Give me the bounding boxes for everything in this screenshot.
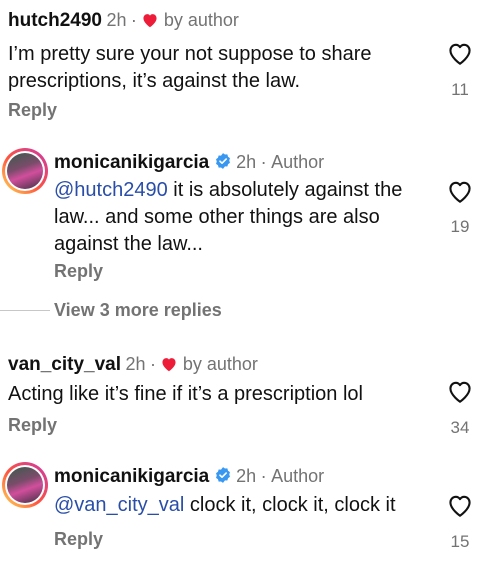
avatar-photo: [7, 153, 43, 189]
avatar[interactable]: [2, 148, 48, 194]
reply-button[interactable]: Reply: [54, 529, 103, 550]
username[interactable]: monicanikigarcia: [54, 466, 209, 487]
timestamp: 2h: [236, 466, 257, 486]
comment-header: van_city_val 2h · by author: [8, 354, 258, 377]
comment-text: @hutch2490 it is absolutely against the …: [54, 177, 424, 258]
avatar[interactable]: [2, 462, 48, 508]
comment-1: hutch2490 2h · by author I’m pretty sure…: [0, 0, 500, 130]
comment-3: van_city_val 2h · by author Acting like …: [0, 344, 500, 444]
username[interactable]: hutch2490: [8, 10, 102, 31]
comment-header: hutch2490 2h · by author: [8, 10, 239, 33]
author-label: Author: [271, 466, 325, 486]
liked-by-author: by author: [182, 354, 258, 374]
liked-by-author: by author: [163, 10, 239, 30]
mention-link[interactable]: @van_city_val: [54, 494, 184, 516]
mention-link[interactable]: @hutch2490: [54, 179, 168, 201]
heart-outline-icon[interactable]: [446, 378, 474, 404]
timestamp: 2h: [236, 152, 257, 172]
separator: ·: [130, 10, 137, 30]
comment-text: Acting like it’s fine if it’s a prescrip…: [8, 383, 363, 405]
avatar-photo: [7, 467, 43, 503]
verified-badge-icon: [214, 466, 232, 489]
separator: ·: [149, 354, 156, 374]
heart-filled-icon: [160, 356, 178, 377]
reply-button[interactable]: Reply: [54, 261, 103, 282]
view-more-replies-button[interactable]: View 3 more replies: [54, 300, 222, 321]
heart-outline-icon[interactable]: [446, 40, 474, 66]
comment-header: monicanikigarcia 2h · Author: [54, 466, 324, 489]
comment-text: @van_city_val clock it, clock it, clock …: [54, 492, 434, 519]
comment-text-body: clock it, clock it, clock it: [184, 494, 396, 516]
like-count: 11: [451, 80, 469, 99]
heart-filled-icon: [141, 12, 159, 33]
reply-button[interactable]: Reply: [8, 415, 57, 436]
like-count: 34: [450, 418, 470, 437]
separator: ·: [260, 466, 267, 486]
like-count: 19: [450, 217, 470, 236]
username[interactable]: monicanikigarcia: [54, 152, 209, 173]
heart-outline-icon[interactable]: [446, 492, 474, 518]
comment-header: monicanikigarcia 2h · Author: [54, 152, 324, 175]
comment-text: I’m pretty sure your not suppose to shar…: [8, 43, 372, 92]
like-count: 15: [450, 532, 470, 551]
username[interactable]: van_city_val: [8, 354, 121, 375]
verified-badge-icon: [214, 152, 232, 175]
separator: ·: [260, 152, 267, 172]
timestamp: 2h: [125, 354, 146, 374]
heart-outline-icon[interactable]: [446, 178, 474, 204]
author-label: Author: [271, 152, 325, 172]
timestamp: 2h: [106, 10, 127, 30]
divider: [0, 310, 50, 311]
comment-2: monicanikigarcia 2h · Author @hutch2490 …: [0, 140, 500, 290]
reply-button[interactable]: Reply: [8, 100, 57, 121]
comment-4: monicanikigarcia 2h · Author @van_city_v…: [0, 454, 500, 570]
